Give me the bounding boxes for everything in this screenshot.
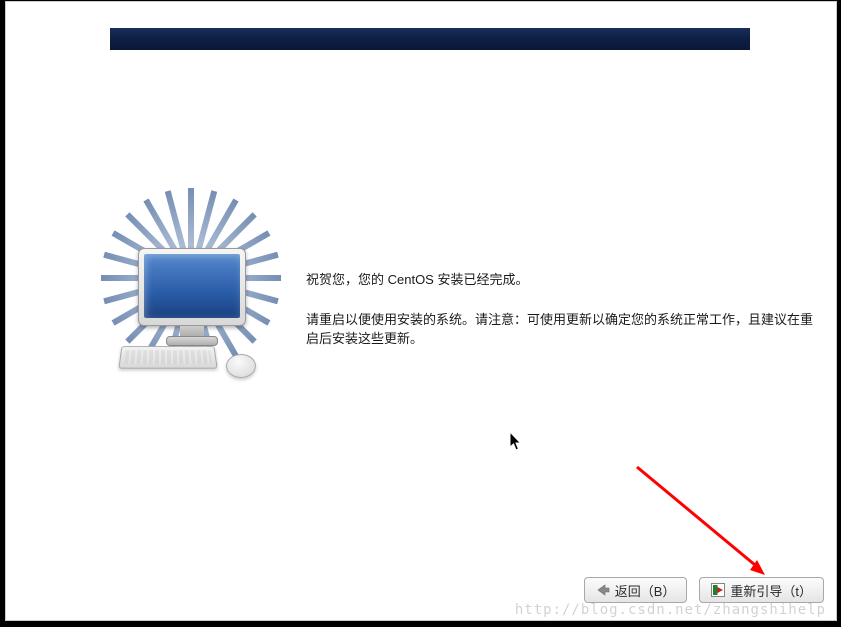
reboot-button-label: 重新引导（t） bbox=[730, 581, 812, 600]
congratulations-text: 祝贺您，您的 CentOS 安装已经完成。 bbox=[306, 270, 816, 290]
installer-window: 祝贺您，您的 CentOS 安装已经完成。 请重启以便使用安装的系统。请注意：可… bbox=[5, 1, 837, 621]
header-bar bbox=[110, 28, 750, 50]
back-button[interactable]: 返回（B） bbox=[584, 577, 688, 603]
instruction-text: 请重启以便使用安装的系统。请注意：可使用更新以确定您的系统正常工作，且建议在重启… bbox=[306, 310, 816, 349]
mouse-icon bbox=[226, 354, 256, 378]
reboot-icon bbox=[711, 583, 725, 597]
back-button-label: 返回（B） bbox=[615, 581, 676, 600]
arrow-left-icon bbox=[596, 583, 610, 597]
reboot-button[interactable]: 重新引导（t） bbox=[699, 577, 824, 603]
computer-illustration bbox=[106, 216, 276, 386]
content-text: 祝贺您，您的 CentOS 安装已经完成。 请重启以便使用安装的系统。请注意：可… bbox=[306, 270, 816, 349]
monitor-icon bbox=[138, 248, 246, 348]
button-bar: 返回（B） 重新引导（t） bbox=[584, 577, 824, 603]
keyboard-icon bbox=[118, 346, 217, 369]
watermark-text: http://blog.csdn.net/zhangshihelp bbox=[515, 602, 826, 618]
